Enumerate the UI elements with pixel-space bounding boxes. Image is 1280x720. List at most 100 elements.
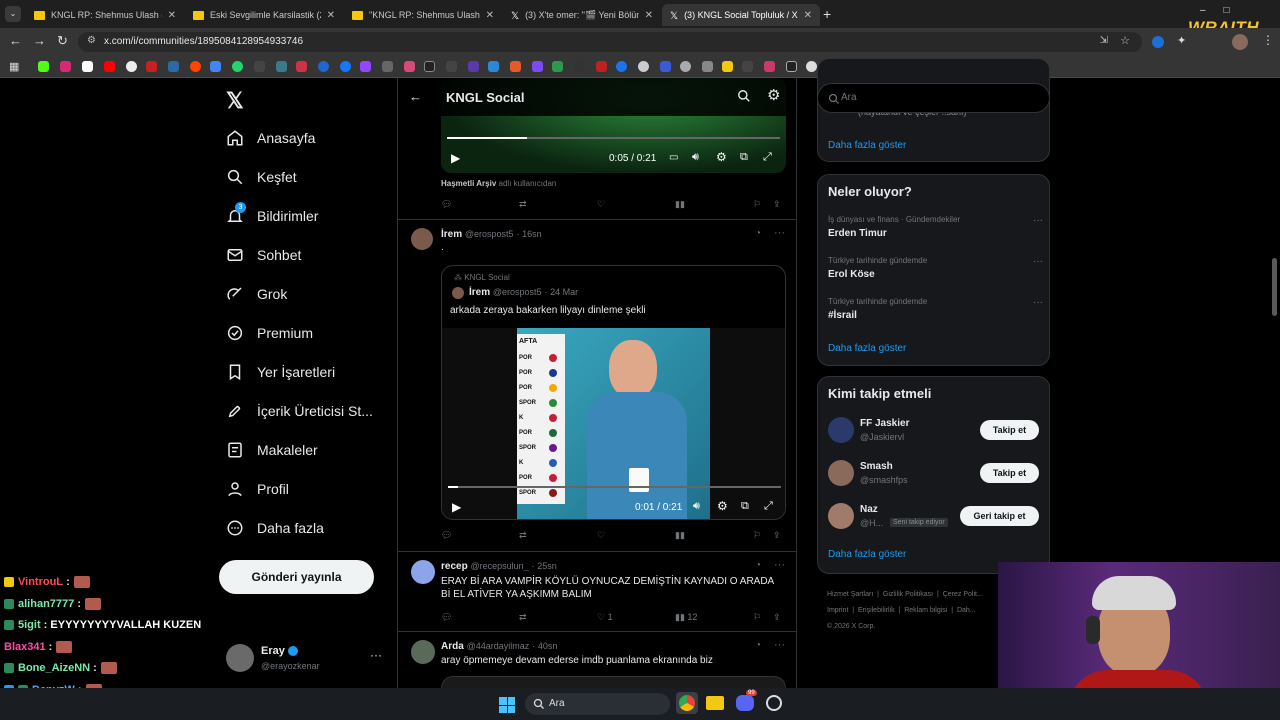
close-icon[interactable]: ✕ (327, 10, 335, 21)
bookmark-google-icon[interactable] (126, 61, 137, 72)
bookmark-x-icon[interactable] (82, 61, 93, 72)
app-icon[interactable] (766, 695, 782, 711)
post-button[interactable]: Gönderi yayınla (219, 560, 374, 594)
follow-suggestion[interactable]: Smash @smashfps Takip et (828, 460, 1043, 490)
settings-icon[interactable]: ⚙ (717, 499, 728, 513)
bookmark-tag-icon[interactable] (786, 61, 797, 72)
discord-icon[interactable]: 99 (736, 690, 757, 711)
bookmark-azure-icon[interactable] (488, 61, 499, 72)
fullscreen-icon[interactable]: ⤢ (763, 151, 772, 164)
site-info-icon[interactable]: ⚙ (87, 35, 96, 46)
nav-more[interactable]: Daha fazla (226, 519, 324, 537)
play-icon[interactable]: ▶ (451, 151, 460, 165)
quoted-video-player[interactable]: AFTA POR POR POR SPOR K POR SPOR K POR SPOR ▶ 0:0… (442, 328, 785, 519)
volume-icon[interactable]: 🔊︎ (692, 151, 699, 164)
back-arrow-icon[interactable]: ← (409, 89, 422, 104)
bookmark-blue-icon[interactable] (318, 61, 329, 72)
bookmark-yellow-icon[interactable] (722, 61, 733, 72)
extension-icon[interactable] (1152, 36, 1164, 48)
nav-home[interactable]: Anasayfa (226, 129, 315, 147)
browser-tab-3[interactable]: "KNGL RP: Shehmus Ulash" Esk ✕ (344, 4, 502, 26)
close-icon[interactable]: ✕ (168, 10, 176, 21)
window-controls[interactable]: –□ (1200, 5, 1248, 16)
bookmark-dark-icon[interactable] (574, 61, 585, 72)
footer-link[interactable]: Imprint (827, 607, 848, 614)
views-icon[interactable]: ▮▮ (675, 530, 685, 541)
bookmark-twitch-icon[interactable] (360, 61, 371, 72)
nav-bookmarks[interactable]: Yer İşaretleri (226, 363, 335, 381)
x-logo-icon[interactable]: 𝕏 (226, 88, 244, 114)
follow-button[interactable]: Takip et (980, 463, 1039, 483)
trend-item[interactable]: Türkiye tarihinde gündemde #İsrail ··· (828, 297, 1043, 321)
trend-more-icon[interactable]: ··· (1033, 297, 1043, 308)
nav-profile[interactable]: Profil (226, 480, 289, 498)
bookmark-red-icon[interactable] (296, 61, 307, 72)
video-progress-track[interactable] (448, 486, 781, 488)
pip-icon[interactable]: ⧉ (740, 151, 748, 164)
repost-icon[interactable]: ⇄ (519, 530, 527, 541)
tab-list-button[interactable]: ⌄ (5, 6, 21, 22)
back-arrow-icon[interactable]: ← (9, 33, 22, 48)
post-arda[interactable]: Arda @44ardayilmaz · 40sn ◔ ··· aray öpm… (398, 632, 796, 688)
footer-link[interactable]: Hizmet Şartları (827, 591, 873, 598)
close-icon[interactable]: ✕ (645, 10, 653, 21)
footer-link[interactable]: Gizlilik Politikası (883, 591, 933, 598)
follow-suggestion[interactable]: FF Jaskier @Jaskiervl Takip et (828, 417, 1043, 447)
forward-arrow-icon[interactable]: → (33, 33, 46, 48)
taskbar-search[interactable]: Ara (525, 693, 670, 715)
file-explorer-icon[interactable] (706, 696, 724, 710)
fullscreen-icon[interactable]: ⤢ (764, 500, 773, 513)
trend-more-icon[interactable]: ··· (1033, 215, 1043, 226)
nav-creator-studio[interactable]: İçerik Üreticisi St... (226, 402, 373, 420)
nav-premium[interactable]: Premium (226, 324, 313, 342)
reply-icon[interactable]: 💬︎ (441, 612, 452, 623)
bookmark-github-icon[interactable] (806, 61, 817, 72)
reply-icon[interactable]: 💬︎ (441, 530, 452, 541)
reload-icon[interactable]: ↻ (57, 33, 68, 49)
settings-icon[interactable]: ⚙ (716, 150, 727, 164)
captions-icon[interactable]: ▭ (669, 152, 678, 163)
url-field[interactable]: ⚙ x.com/i/communities/189508412895493374… (78, 32, 1142, 52)
bookmark-purple-icon[interactable] (468, 61, 479, 72)
bookmark-b-icon[interactable] (424, 61, 435, 72)
volume-icon[interactable]: 🔊︎ (693, 500, 700, 513)
post-media-preview[interactable] (441, 676, 786, 688)
account-switcher[interactable]: Eray @erayozkenar ··· (226, 642, 384, 676)
bookmark-steam-icon[interactable] (168, 61, 179, 72)
new-tab-icon[interactable]: + (823, 6, 831, 22)
nav-notifications[interactable]: 3 Bildirimler (226, 202, 318, 225)
bookmark-globe-icon[interactable] (638, 61, 649, 72)
bookmark-instagram-icon[interactable] (60, 61, 71, 72)
bookmark-stack-icon[interactable] (702, 61, 713, 72)
bookmark-k-icon[interactable] (742, 61, 753, 72)
browser-tab-2[interactable]: Eski Sevgilimle Karsilastik (2026 ✕ (185, 4, 343, 26)
bookmark-orange-icon[interactable] (510, 61, 521, 72)
bookmark-circle-icon[interactable] (680, 61, 691, 72)
follow-back-button[interactable]: Geri takip et (960, 506, 1039, 526)
post-recep[interactable]: recep @recepsulun_ · 25sn ◔ ··· ERAY Bİ … (398, 552, 796, 632)
post-more-icon[interactable]: ··· (774, 227, 785, 239)
bookmark-pink-icon[interactable] (404, 61, 415, 72)
chrome-taskbar-icon[interactable] (676, 692, 698, 714)
bookmark-icon[interactable]: ⚐ (753, 612, 761, 623)
share-icon[interactable]: ⇪ (773, 612, 781, 623)
show-more-link[interactable]: Daha fazla göster (828, 549, 906, 560)
nav-grok[interactable]: Grok (226, 285, 287, 303)
page-scrollbar[interactable] (1272, 258, 1277, 316)
grok-icon[interactable]: ◔ (755, 228, 761, 239)
bookmark-chart-icon[interactable] (596, 61, 607, 72)
bookmark-reddit-icon[interactable] (190, 61, 201, 72)
nav-chat[interactable]: Sohbet (226, 246, 301, 264)
gear-icon[interactable]: ⚙ (767, 86, 780, 104)
post-irem[interactable]: İrem @erospost5 · 16sn ◔ ··· . ⁂ KNGL So… (398, 220, 796, 552)
post-more-icon[interactable]: ··· (774, 639, 785, 651)
views-icon[interactable]: ▮▮ (675, 199, 685, 210)
bookmark-green-icon[interactable] (552, 61, 563, 72)
show-more-link[interactable]: Daha fazla göster (828, 343, 906, 354)
nav-explore[interactable]: Keşfet (226, 168, 297, 186)
post-more-icon[interactable]: ··· (774, 559, 785, 571)
follow-button[interactable]: Takip et (980, 420, 1039, 440)
like-button[interactable]: ♡ 1 (597, 612, 613, 623)
pip-icon[interactable]: ⧉ (741, 500, 749, 513)
account-more-icon[interactable]: ··· (370, 648, 382, 662)
